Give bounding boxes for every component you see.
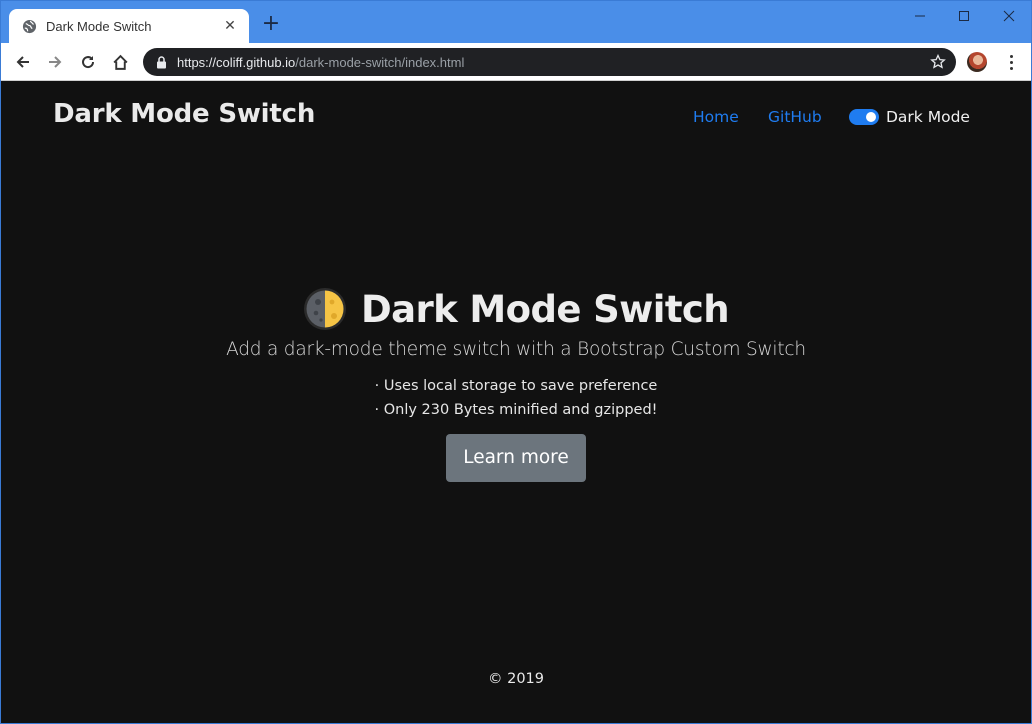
reload-icon[interactable] (76, 50, 100, 74)
url-path: /dark-mode-switch/index.html (295, 54, 465, 70)
dark-mode-label[interactable]: Dark Mode (886, 108, 970, 126)
browser-toolbar: https://coliff.github.io/dark-mode-switc… (1, 43, 1031, 81)
forward-icon[interactable] (43, 50, 67, 74)
back-icon[interactable] (11, 50, 35, 74)
home-icon[interactable] (108, 50, 132, 74)
hero-lead: Add a dark-mode theme switch with a Boot… (226, 339, 806, 360)
avatar[interactable] (967, 52, 987, 72)
feature-list: · Uses local storage to save preference … (1, 374, 1031, 422)
close-icon[interactable] (986, 1, 1031, 31)
new-tab-button[interactable]: + (260, 13, 282, 36)
site-navbar: Dark Mode Switch Home GitHub Dark Mode (1, 81, 1031, 151)
toggle-knob (866, 112, 876, 122)
maximize-icon[interactable] (941, 1, 987, 31)
page-content: Dark Mode Switch Home GitHub Dark Mode D… (1, 81, 1031, 723)
dark-mode-toggle[interactable] (849, 109, 879, 125)
globe-icon (21, 18, 37, 34)
browser-tab[interactable]: Dark Mode Switch ✕ (9, 9, 249, 43)
tab-strip: Dark Mode Switch ✕ + (1, 1, 1031, 43)
learn-more-button[interactable]: Learn more (446, 434, 586, 482)
feature-item: · Uses local storage to save preference (374, 378, 658, 394)
hero-section: Dark Mode Switch Add a dark-mode theme s… (1, 287, 1031, 482)
url-host: https://coliff.github.io (177, 54, 296, 70)
lock-icon (154, 55, 168, 69)
menu-icon[interactable] (1001, 52, 1021, 72)
tab-title: Dark Mode Switch (46, 18, 152, 34)
footer-copyright: © 2019 (487, 671, 544, 687)
hero-title-row: Dark Mode Switch (1, 287, 1031, 331)
browser-window: Dark Mode Switch ✕ + https://coliff.gith… (0, 0, 1032, 724)
brand-link[interactable]: Dark Mode Switch (53, 99, 315, 129)
moon-icon (304, 288, 346, 330)
minimize-icon[interactable] (897, 1, 943, 31)
url-text: https://coliff.github.io/dark-mode-switc… (177, 55, 464, 70)
star-icon[interactable] (930, 53, 946, 70)
feature-item: · Only 230 Bytes minified and gzipped! (374, 402, 658, 418)
hero-title: Dark Mode Switch (361, 287, 730, 331)
nav-link-home[interactable]: Home (693, 108, 739, 126)
nav-link-github[interactable]: GitHub (768, 108, 822, 126)
tab-close-icon[interactable]: ✕ (221, 18, 239, 34)
address-bar[interactable]: https://coliff.github.io/dark-mode-switc… (143, 48, 956, 76)
